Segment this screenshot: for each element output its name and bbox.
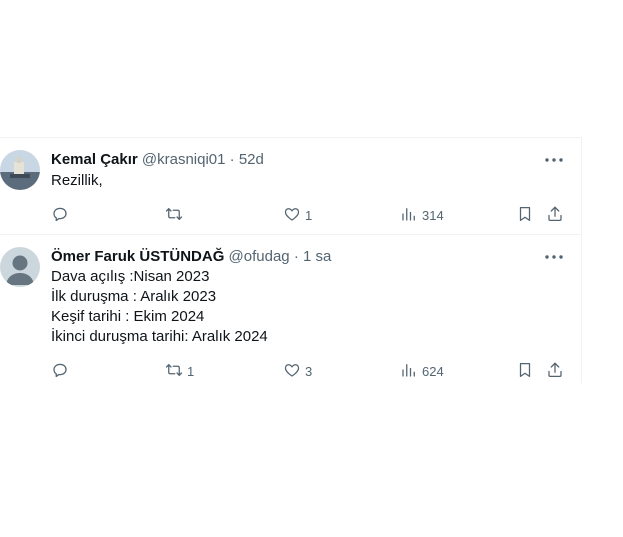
tweet-actions: 1 3 624 [51, 360, 571, 382]
share-button[interactable] [546, 360, 564, 382]
reply-icon [51, 361, 69, 382]
like-button[interactable]: 3 [283, 360, 312, 382]
separator: · [229, 151, 235, 168]
like-icon [283, 361, 301, 382]
tweet[interactable]: Ömer Faruk ÜSTÜNDAĞ @ofudag · 1 sa Dava … [0, 235, 581, 383]
tweet-text-line: Keşif tarihi : Ekim 2024 [51, 308, 205, 325]
views-button[interactable]: 314 [400, 204, 444, 226]
tweet-text-line: İkinci duruşma tarihi: Aralık 2024 [51, 328, 268, 345]
more-icon[interactable] [543, 249, 565, 265]
separator: · [293, 248, 299, 265]
view-count: 314 [422, 207, 444, 223]
like-count: 1 [305, 207, 313, 223]
retweet-icon [165, 205, 183, 226]
share-button[interactable] [546, 204, 564, 226]
bookmark-button[interactable] [516, 204, 534, 226]
author-handle[interactable]: @ofudag [229, 248, 290, 265]
views-icon [400, 205, 418, 226]
view-count: 624 [422, 363, 444, 379]
more-icon[interactable] [543, 152, 565, 168]
tweet-text-line: Dava açılış :Nisan 2023 [51, 268, 210, 285]
bookmark-icon [516, 361, 534, 382]
like-button[interactable]: 1 [283, 204, 312, 226]
tweet-text: Dava açılış :Nisan 2023 İlk duruşma : Ar… [51, 267, 268, 347]
author-name[interactable]: Kemal Çakır [51, 151, 138, 168]
author-handle[interactable]: @krasniqi01 [142, 151, 226, 168]
views-button[interactable]: 624 [400, 360, 444, 382]
share-icon [546, 205, 564, 226]
like-count: 3 [305, 363, 313, 379]
avatar[interactable] [0, 247, 40, 287]
bookmark-icon [516, 205, 534, 226]
tweet-header: Kemal Çakır @krasniqi01 · 52d [51, 150, 264, 170]
share-icon [546, 361, 564, 382]
bookmark-button[interactable] [516, 360, 534, 382]
avatar[interactable] [0, 150, 40, 190]
like-icon [283, 205, 301, 226]
timestamp[interactable]: 52d [239, 151, 264, 168]
tweet-text-line: Rezillik, [51, 172, 103, 189]
tweet-text: Rezillik, [51, 171, 103, 191]
timestamp[interactable]: 1 sa [303, 248, 331, 265]
retweet-button[interactable]: 1 [165, 360, 194, 382]
reply-icon [51, 205, 69, 226]
tweet-header: Ömer Faruk ÜSTÜNDAĞ @ofudag · 1 sa [51, 247, 331, 267]
tweet-actions: 1 314 [51, 204, 571, 226]
retweet-icon [165, 361, 183, 382]
timeline: Kemal Çakır @krasniqi01 · 52d Rezillik, [0, 137, 582, 383]
retweet-button[interactable] [165, 204, 187, 226]
reply-button[interactable] [51, 360, 73, 382]
reply-button[interactable] [51, 204, 73, 226]
views-icon [400, 361, 418, 382]
tweet[interactable]: Kemal Çakır @krasniqi01 · 52d Rezillik, [0, 137, 581, 235]
author-name[interactable]: Ömer Faruk ÜSTÜNDAĞ [51, 248, 224, 265]
retweet-count: 1 [187, 363, 195, 379]
tweet-text-line: İlk duruşma : Aralık 2023 [51, 288, 217, 305]
